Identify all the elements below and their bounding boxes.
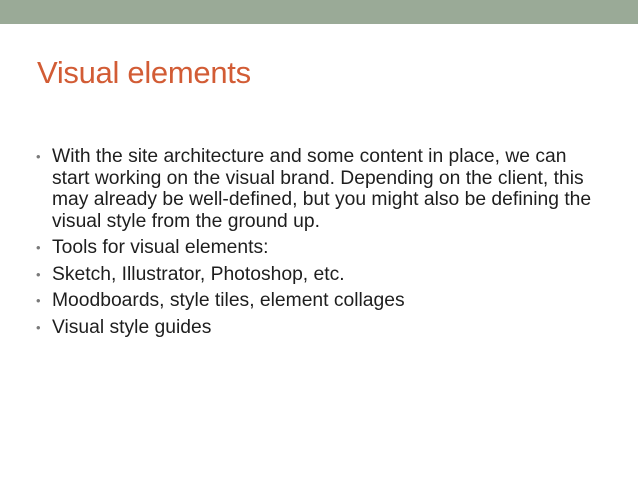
bullet-item: • Sketch, Illustrator, Photoshop, etc. bbox=[36, 264, 596, 286]
bullet-dot-icon: • bbox=[36, 240, 41, 255]
slide-title: Visual elements bbox=[37, 55, 251, 90]
bullet-text: Sketch, Illustrator, Photoshop, etc. bbox=[52, 263, 345, 285]
bullet-item: • Moodboards, style tiles, element colla… bbox=[36, 290, 596, 312]
bullet-dot-icon: • bbox=[36, 293, 41, 308]
bullet-text: Moodboards, style tiles, element collage… bbox=[52, 290, 405, 311]
header-band bbox=[0, 0, 638, 24]
bullet-item: • Visual style guides bbox=[36, 317, 596, 339]
bullet-dot-icon: • bbox=[36, 266, 41, 282]
bullet-list: • With the site architecture and some co… bbox=[36, 146, 596, 343]
bullet-item: • Tools for visual elements: bbox=[36, 237, 596, 259]
bullet-item: • With the site architecture and some co… bbox=[36, 146, 596, 232]
bullet-text: Visual style guides bbox=[52, 316, 212, 338]
bullet-dot-icon: • bbox=[36, 319, 41, 335]
bullet-text: With the site architecture and some cont… bbox=[52, 146, 592, 232]
bullet-dot-icon: • bbox=[36, 149, 41, 164]
bullet-text: Tools for visual elements: bbox=[52, 237, 269, 258]
